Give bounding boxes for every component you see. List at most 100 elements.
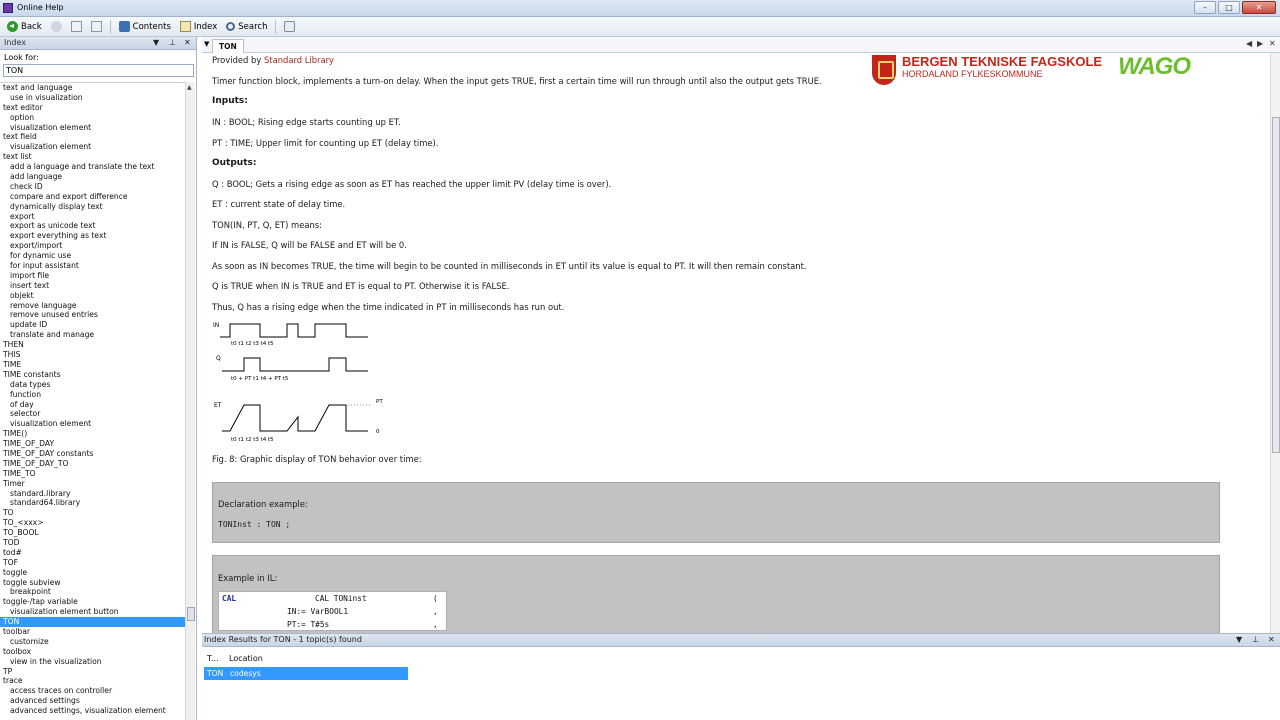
index-entry[interactable]: standard64.library [0,498,185,508]
index-entry[interactable]: TIME_OF_DAY [0,439,185,449]
topic-scrollbar[interactable] [1270,53,1280,633]
index-entry[interactable]: remove unused entries [0,310,185,320]
index-entry[interactable]: export as unicode text [0,221,185,231]
minimize-button[interactable]: – [1194,1,1216,14]
index-entry[interactable]: visualization element [0,419,185,429]
index-entry[interactable]: check ID [0,182,185,192]
prev-tab-icon[interactable]: ◀ [1246,39,1252,48]
index-scrollbar[interactable]: ▲ [185,82,195,720]
index-entry[interactable]: remove language [0,301,185,311]
index-entry[interactable]: TO_<xxx> [0,518,185,528]
index-entry[interactable]: toggle subview [0,578,185,588]
index-entry[interactable]: toolbox [0,647,185,657]
scroll-thumb[interactable] [187,607,195,621]
index-entry[interactable]: visualization element [0,123,185,133]
index-entry[interactable]: export/import [0,241,185,251]
index-entry[interactable]: for dynamic use [0,251,185,261]
look-for-input[interactable]: TON [3,64,194,77]
column-title[interactable]: T... [207,652,219,666]
index-entry[interactable]: TO_BOOL [0,528,185,538]
index-entry[interactable]: text and language [0,83,185,93]
index-entry[interactable]: text list [0,152,185,162]
results-close-icon[interactable]: ✕ [1268,634,1275,646]
index-entry[interactable]: function [0,390,185,400]
index-entry[interactable]: tod# [0,548,185,558]
index-entry[interactable]: for input assistant [0,261,185,271]
forward-button[interactable] [48,20,65,33]
index-entry[interactable]: TIME_OF_DAY constants [0,449,185,459]
ton-timing-diagram: IN t0 t1 t2 t3 t4 t5 Q t0 + PT t1 t4 + P… [213,322,383,443]
index-entry[interactable]: TIME [0,360,185,370]
index-entry[interactable]: access traces on controller [0,686,185,696]
index-entry[interactable]: TP [0,667,185,677]
index-entry[interactable]: text field [0,132,185,142]
index-entry[interactable]: data types [0,380,185,390]
back-button[interactable]: Back [4,20,45,33]
close-window-button[interactable]: ✕ [1242,1,1276,14]
index-entry[interactable]: toolbar [0,627,185,637]
index-entry[interactable]: export [0,212,185,222]
result-row[interactable]: TON codesys [204,667,408,680]
tab-ton[interactable]: TON [212,39,244,53]
index-entry[interactable]: THEN [0,340,185,350]
index-entry[interactable]: dynamically display text [0,202,185,212]
index-entry[interactable]: export everything as text [0,231,185,241]
declaration-example-box: Declaration example: TONInst : TON ; [212,482,1220,543]
index-entry[interactable]: customize [0,637,185,647]
results-pin-icon[interactable]: ⊥ [1252,634,1259,646]
index-entry[interactable]: TOD [0,538,185,548]
index-entry[interactable]: option [0,113,185,123]
index-entry[interactable]: standard.library [0,489,185,499]
index-entry[interactable]: update ID [0,320,185,330]
index-entry[interactable]: breakpoint [0,587,185,597]
home-button[interactable] [68,20,85,33]
index-entry[interactable]: advanced settings, visualization element [0,706,185,716]
index-entry[interactable]: advanced settings [0,696,185,706]
index-entry[interactable]: trace [0,676,185,686]
index-entry[interactable]: THIS [0,350,185,360]
index-entry[interactable]: toggle-/tap variable [0,597,185,607]
maximize-button[interactable]: □ [1218,1,1240,14]
index-entry[interactable]: TOF [0,558,185,568]
pin-icon[interactable]: ⊥ [169,37,176,49]
index-entry[interactable]: Timer [0,479,185,489]
index-entry[interactable]: of day [0,400,185,410]
index-entry[interactable]: toggle [0,568,185,578]
index-entry[interactable]: import file [0,271,185,281]
contents-button[interactable]: Contents [116,20,174,33]
pt-level-label: PT [376,399,383,405]
index-entry[interactable]: view in the visualization [0,657,185,667]
index-entry[interactable]: text editor [0,103,185,113]
results-menu-icon[interactable]: ▼ [1236,634,1242,646]
pane-menu-icon[interactable]: ▼ [153,37,159,49]
index-entry[interactable]: add a language and translate the text [0,162,185,172]
index-entry[interactable]: TIME_TO [0,469,185,479]
index-entry[interactable]: insert text [0,281,185,291]
close-tab-icon[interactable]: ✕ [1269,39,1276,48]
index-entry[interactable]: TIME() [0,429,185,439]
topic-scroll-thumb[interactable] [1272,117,1280,453]
index-entry[interactable]: TIME_OF_DAY_TO [0,459,185,469]
close-pane-icon[interactable]: ✕ [184,37,191,49]
index-entry[interactable]: objekt [0,291,185,301]
index-entry[interactable]: TIME constants [0,370,185,380]
index-entry[interactable]: TON [0,617,185,627]
index-entry[interactable]: translate and manage [0,330,185,340]
index-entry[interactable]: selector [0,409,185,419]
index-entry[interactable]: compare and export difference [0,192,185,202]
index-entry[interactable]: TO [0,508,185,518]
look-for-label: Look for: [4,53,39,62]
next-tab-icon[interactable]: ▶ [1257,39,1263,48]
home-icon [70,21,82,32]
scroll-up-icon[interactable]: ▲ [187,84,192,91]
index-entry[interactable]: use in visualization [0,93,185,103]
standard-library-link[interactable]: Standard Library [264,55,334,65]
search-button[interactable]: Search [223,21,270,33]
sync-button[interactable] [281,20,298,33]
index-entry[interactable]: visualization element [0,142,185,152]
index-button[interactable]: Index [177,20,220,33]
index-entry[interactable]: add language [0,172,185,182]
index-entry[interactable]: visualization element button [0,607,185,617]
column-location[interactable]: Location [229,652,263,666]
print-button[interactable] [88,20,105,33]
